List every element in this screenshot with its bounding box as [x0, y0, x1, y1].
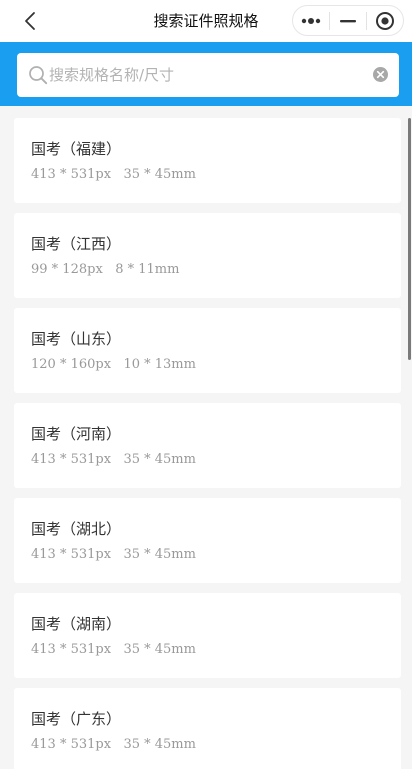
spec-size: 413 * 531px 35 * 45mm — [31, 547, 196, 562]
spec-name: 国考（河南） — [31, 425, 122, 443]
spec-size: 413 * 531px 35 * 45mm — [31, 452, 196, 467]
spec-name: 国考（江西） — [31, 235, 122, 253]
list-item[interactable]: 国考（江西） 99 * 128px 8 * 11mm — [14, 213, 401, 298]
spec-name: 国考（湖北） — [31, 520, 122, 538]
spec-px: 413 * 531px — [31, 167, 112, 182]
spec-px: 413 * 531px — [31, 547, 112, 562]
scrollbar[interactable] — [408, 118, 411, 360]
spec-name: 国考（广东） — [31, 710, 122, 728]
spec-px: 413 * 531px — [31, 737, 112, 752]
search-spec-page: 搜索证件照规格 搜索规格名称/尺寸 国考（福建） 413 * 531px 35 … — [0, 0, 412, 769]
list-item[interactable]: 国考（湖北） 413 * 531px 35 * 45mm — [14, 498, 401, 583]
more-button[interactable] — [293, 6, 329, 35]
top-navbar: 搜索证件照规格 — [0, 0, 412, 42]
spec-mm: 35 * 45mm — [123, 167, 196, 182]
target-circle-icon — [376, 11, 394, 30]
list-item[interactable]: 国考（福建） 413 * 531px 35 * 45mm — [14, 118, 401, 203]
spec-mm: 8 * 11mm — [115, 262, 180, 277]
spec-mm: 35 * 45mm — [123, 547, 196, 562]
spec-name: 国考（福建） — [31, 140, 122, 158]
clear-icon[interactable] — [373, 67, 388, 82]
spec-name: 国考（湖南） — [31, 615, 122, 633]
spec-px: 413 * 531px — [31, 452, 112, 467]
search-box — [17, 53, 399, 97]
spec-px: 99 * 128px — [31, 262, 103, 277]
list-item[interactable]: 国考（广东） 413 * 531px 35 * 45mm — [14, 688, 401, 769]
list-item[interactable]: 国考（河南） 413 * 531px 35 * 45mm — [14, 403, 401, 488]
spec-px: 120 * 160px — [31, 357, 112, 372]
spec-mm: 35 * 45mm — [123, 642, 196, 657]
search-input[interactable] — [49, 61, 369, 89]
list-item[interactable]: 国考（山东） 120 * 160px 10 * 13mm — [14, 308, 401, 393]
list-item[interactable]: 国考（湖南） 413 * 531px 35 * 45mm — [14, 593, 401, 678]
spec-mm: 10 * 13mm — [123, 357, 196, 372]
search-icon — [29, 66, 48, 85]
search-header — [0, 42, 412, 106]
spec-size: 120 * 160px 10 * 13mm — [31, 357, 196, 372]
spec-size: 413 * 531px 35 * 45mm — [31, 167, 196, 182]
close-button[interactable] — [367, 6, 403, 35]
spec-size: 413 * 531px 35 * 45mm — [31, 642, 196, 657]
spec-mm: 35 * 45mm — [123, 452, 196, 467]
spec-name: 国考（山东） — [31, 330, 122, 348]
spec-size: 99 * 128px 8 * 11mm — [31, 262, 179, 277]
minimize-button[interactable] — [330, 6, 366, 35]
spec-mm: 35 * 45mm — [123, 737, 196, 752]
mini-program-capsule — [292, 5, 404, 36]
spec-size: 413 * 531px 35 * 45mm — [31, 737, 196, 752]
minimize-icon — [340, 19, 356, 22]
spec-px: 413 * 531px — [31, 642, 112, 657]
more-dots-icon — [301, 17, 321, 24]
